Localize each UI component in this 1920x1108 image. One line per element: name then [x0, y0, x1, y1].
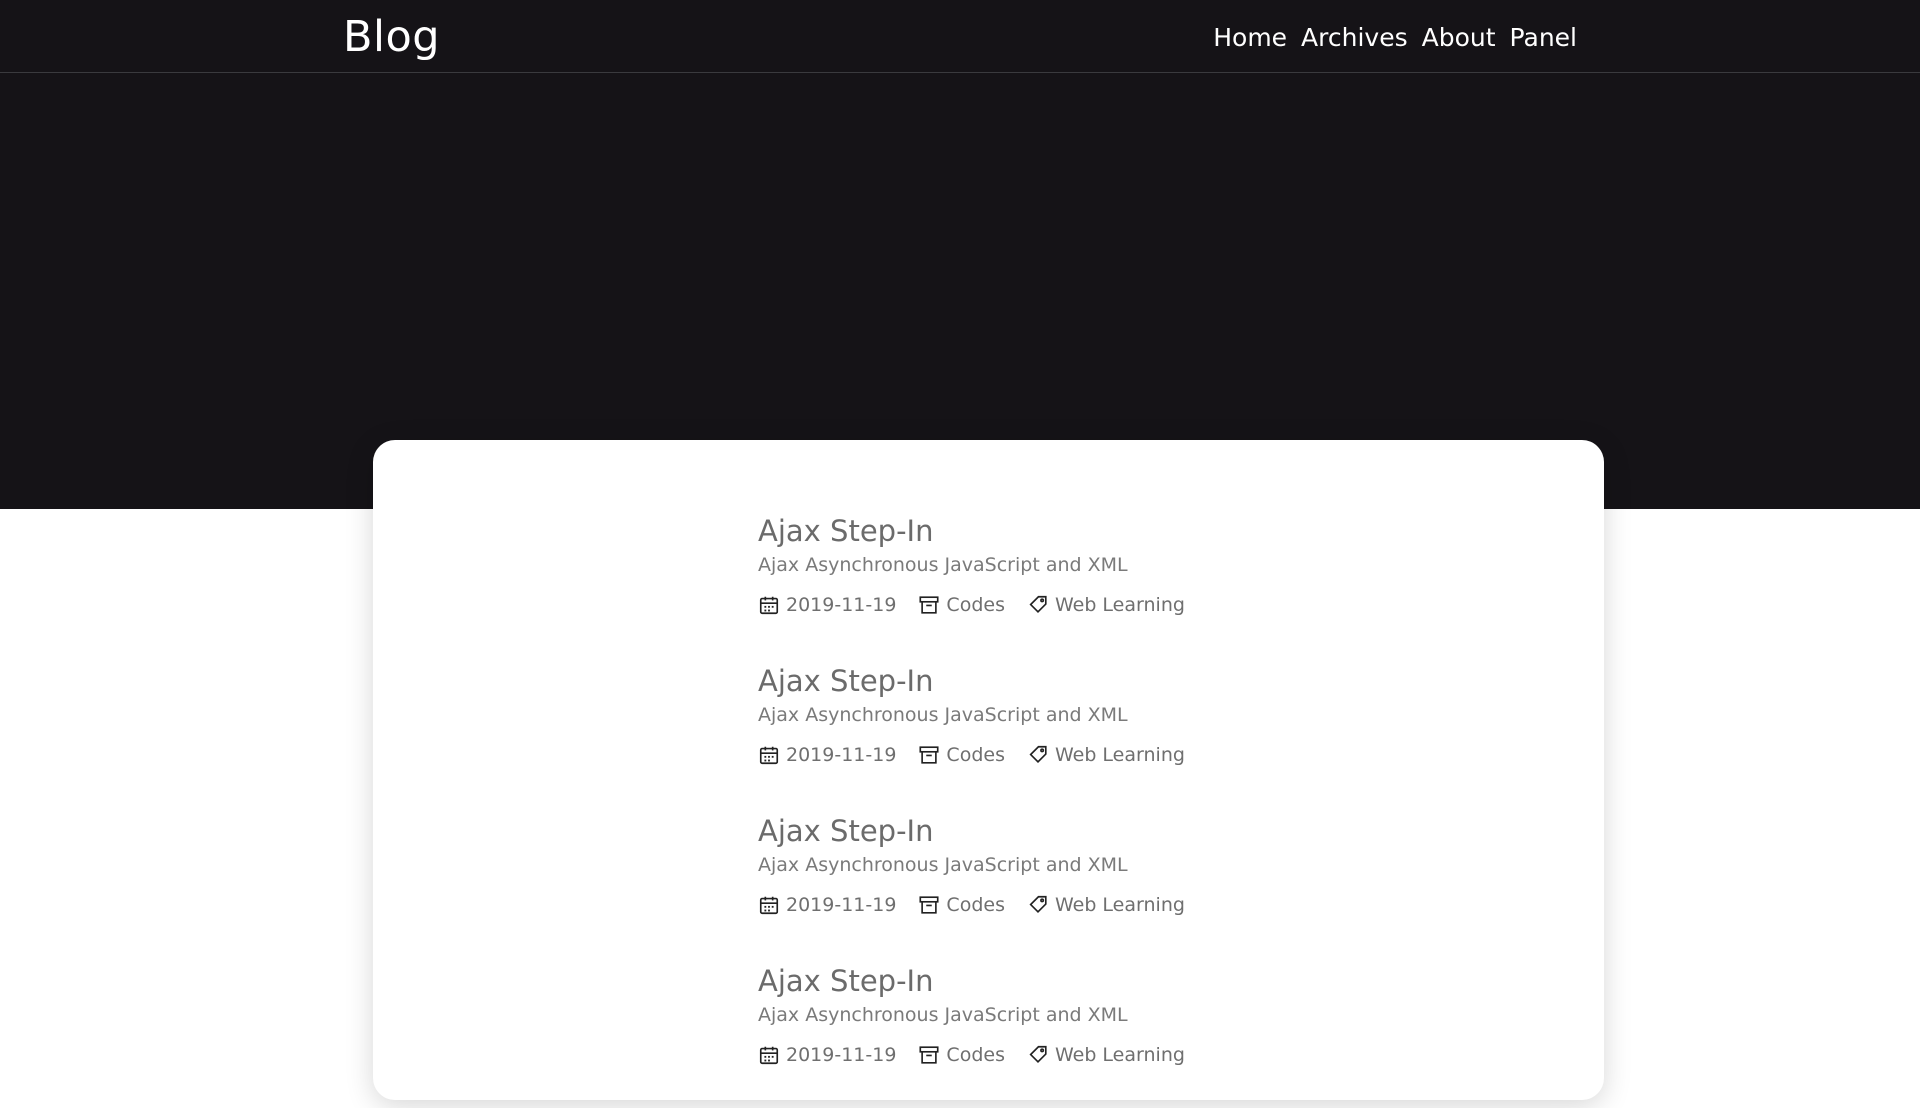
calendar-icon — [759, 1046, 779, 1065]
post-item: Ajax Step-In Ajax Asynchronous JavaScrip… — [758, 508, 1458, 658]
post-category[interactable]: Codes — [918, 892, 1005, 918]
post-date-text: 2019-11-19 — [786, 594, 897, 616]
post-tag-text: Web Learning — [1054, 894, 1185, 916]
tag-icon — [1029, 595, 1047, 614]
post-category-text: Codes — [946, 744, 1005, 766]
nav-panel[interactable]: Panel — [1510, 20, 1577, 56]
nav-about[interactable]: About — [1422, 20, 1496, 56]
archive-box-icon — [919, 896, 939, 914]
post-title[interactable]: Ajax Step-In — [758, 508, 933, 554]
calendar-icon — [759, 596, 779, 615]
post-category[interactable]: Codes — [918, 1042, 1005, 1068]
post-list: Ajax Step-In Ajax Asynchronous JavaScrip… — [758, 508, 1458, 1108]
calendar-icon — [759, 746, 779, 765]
tag-icon — [1029, 1045, 1047, 1064]
post-summary: Ajax Asynchronous JavaScript and XML — [758, 554, 1128, 576]
post-item: Ajax Step-In Ajax Asynchronous JavaScrip… — [758, 808, 1458, 958]
post-tag[interactable]: Web Learning — [1027, 592, 1185, 618]
post-title[interactable]: Ajax Step-In — [758, 808, 933, 854]
post-tag-text: Web Learning — [1054, 594, 1185, 616]
post-date-text: 2019-11-19 — [786, 894, 897, 916]
post-summary: Ajax Asynchronous JavaScript and XML — [758, 854, 1128, 876]
post-meta: 2019-11-19 Codes Web Learning — [758, 592, 1458, 618]
archive-box-icon — [919, 1046, 939, 1064]
post-date: 2019-11-19 — [758, 742, 896, 768]
post-tag-text: Web Learning — [1054, 744, 1185, 766]
archive-box-icon — [919, 746, 939, 764]
post-meta: 2019-11-19 Codes Web Learning — [758, 892, 1458, 918]
post-tag-text: Web Learning — [1054, 1044, 1185, 1066]
post-title[interactable]: Ajax Step-In — [758, 658, 933, 704]
post-title[interactable]: Ajax Step-In — [758, 958, 933, 1004]
post-category-text: Codes — [946, 1044, 1005, 1066]
post-category[interactable]: Codes — [918, 742, 1005, 768]
post-item: Ajax Step-In Ajax Asynchronous JavaScrip… — [758, 658, 1458, 808]
post-summary: Ajax Asynchronous JavaScript and XML — [758, 704, 1128, 726]
nav-home[interactable]: Home — [1213, 20, 1287, 56]
post-meta: 2019-11-19 Codes Web Learning — [758, 1042, 1458, 1068]
main-nav: Home Archives About Panel — [1213, 20, 1577, 56]
post-category-text: Codes — [946, 594, 1005, 616]
post-date-text: 2019-11-19 — [786, 1044, 897, 1066]
top-navbar: Blog Home Archives About Panel — [0, 0, 1920, 73]
post-date-text: 2019-11-19 — [786, 744, 897, 766]
post-date: 2019-11-19 — [758, 1042, 896, 1068]
post-category[interactable]: Codes — [918, 592, 1005, 618]
calendar-icon — [759, 896, 779, 915]
post-item: Ajax Step-In Ajax Asynchronous JavaScrip… — [758, 958, 1458, 1108]
post-summary: Ajax Asynchronous JavaScript and XML — [758, 1004, 1128, 1026]
nav-archives[interactable]: Archives — [1301, 20, 1408, 56]
post-date: 2019-11-19 — [758, 892, 896, 918]
archive-box-icon — [919, 596, 939, 614]
tag-icon — [1029, 895, 1047, 914]
site-brand[interactable]: Blog — [343, 10, 440, 64]
post-date: 2019-11-19 — [758, 592, 896, 618]
post-category-text: Codes — [946, 894, 1005, 916]
post-tag[interactable]: Web Learning — [1027, 742, 1185, 768]
tag-icon — [1029, 745, 1047, 764]
post-tag[interactable]: Web Learning — [1027, 892, 1185, 918]
post-tag[interactable]: Web Learning — [1027, 1042, 1185, 1068]
post-meta: 2019-11-19 Codes Web Learning — [758, 742, 1458, 768]
